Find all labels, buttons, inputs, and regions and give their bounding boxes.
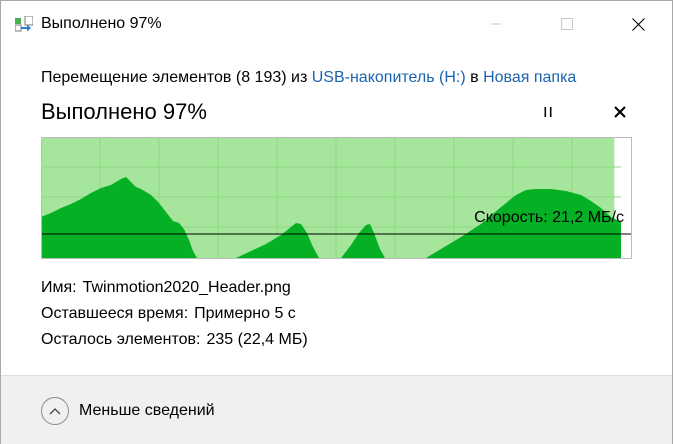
detail-row-items: Осталось элементов: 235 (22,4 МБ) bbox=[41, 330, 308, 356]
dialog-footer: Меньше сведений bbox=[1, 375, 672, 444]
time-remaining-value: Примерно 5 с bbox=[194, 305, 296, 322]
close-icon bbox=[631, 17, 645, 31]
progress-heading: Выполнено 97% bbox=[41, 99, 207, 124]
operation-prefix: Перемещение элементов (8 193) из bbox=[41, 69, 312, 86]
items-remaining-label: Осталось элементов: bbox=[41, 331, 201, 348]
speed-label: Скорость: 21,2 МБ/с bbox=[474, 209, 624, 226]
pause-icon bbox=[544, 107, 552, 117]
file-move-icon bbox=[15, 16, 33, 32]
source-link[interactable]: USB-накопитель (H:) bbox=[312, 69, 466, 86]
cancel-icon bbox=[614, 106, 626, 118]
maximize-icon bbox=[561, 18, 573, 30]
minimize-icon bbox=[491, 23, 501, 25]
close-button[interactable] bbox=[615, 1, 661, 47]
operation-description: Перемещение элементов (8 193) из USB-нак… bbox=[41, 68, 576, 88]
title-bar[interactable]: Выполнено 97% bbox=[1, 1, 672, 47]
minimize-button[interactable] bbox=[473, 1, 519, 47]
copy-progress-dialog: Выполнено 97% Перемещение элементов (8 1… bbox=[0, 0, 673, 444]
chevron-up-icon[interactable] bbox=[41, 397, 69, 425]
pause-button[interactable] bbox=[534, 100, 562, 124]
speed-graph: Скорость: 21,2 МБ/с bbox=[41, 137, 632, 259]
detail-row-time: Оставшееся время: Примерно 5 с bbox=[41, 304, 308, 330]
maximize-button[interactable] bbox=[544, 1, 590, 47]
transfer-details: Имя: Twinmotion2020_Header.png Оставшееся… bbox=[41, 278, 308, 356]
fewer-details-button[interactable]: Меньше сведений bbox=[41, 396, 215, 426]
destination-link[interactable]: Новая папка bbox=[483, 69, 576, 86]
cancel-button[interactable] bbox=[606, 100, 634, 124]
time-remaining-label: Оставшееся время: bbox=[41, 305, 189, 322]
detail-row-name: Имя: Twinmotion2020_Header.png bbox=[41, 278, 308, 304]
fewer-details-label: Меньше сведений bbox=[79, 402, 215, 419]
operation-middle: в bbox=[465, 69, 484, 86]
items-remaining-value: 235 (22,4 МБ) bbox=[206, 331, 308, 348]
speed-graph-svg bbox=[41, 137, 632, 259]
name-value: Twinmotion2020_Header.png bbox=[82, 279, 291, 296]
name-label: Имя: bbox=[41, 279, 77, 296]
window-title: Выполнено 97% bbox=[41, 15, 162, 32]
